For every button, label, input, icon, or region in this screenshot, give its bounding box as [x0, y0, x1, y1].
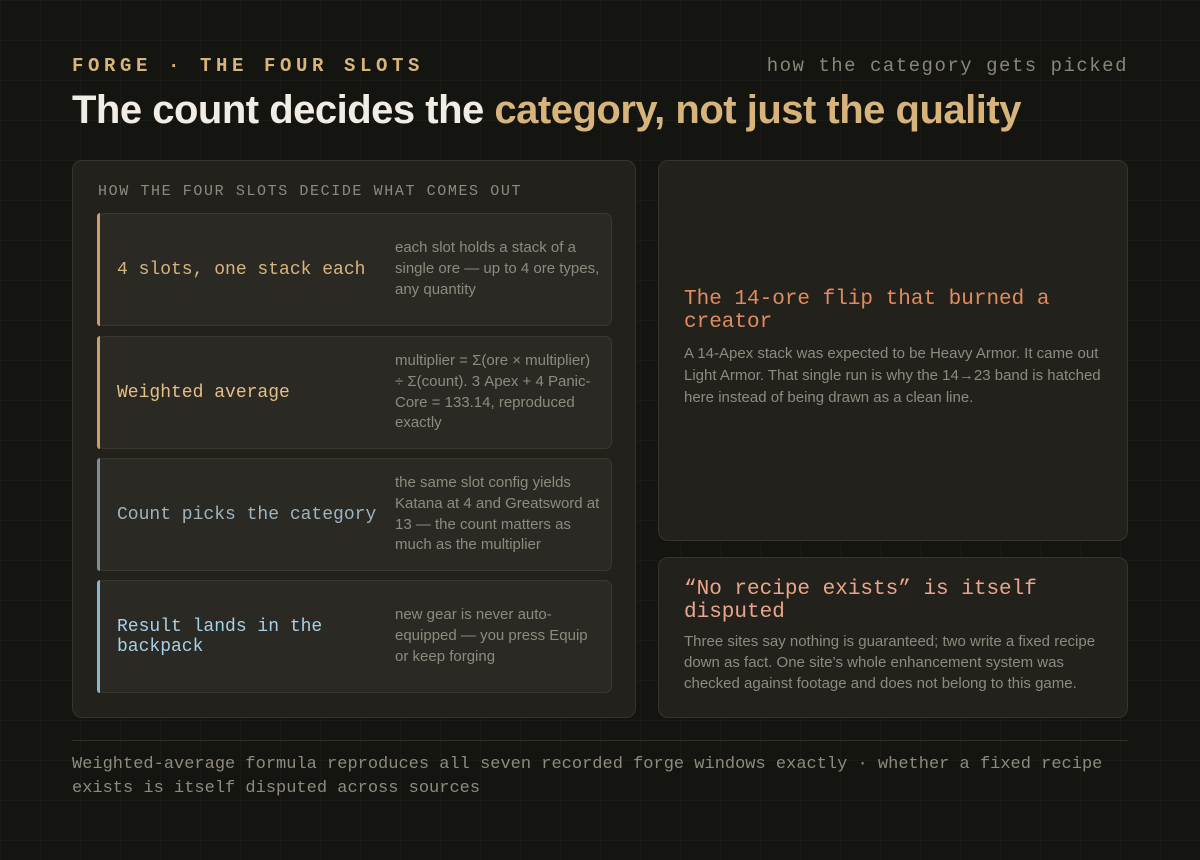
slot-row: Count picks the category the same slot c… — [97, 458, 612, 571]
eyebrow-subtitle: how the category gets picked — [766, 55, 1128, 77]
flip-card: The 14-ore flip that burned a creator A … — [658, 160, 1128, 541]
slot-row: Weighted average multiplier = Σ(ore × mu… — [97, 336, 612, 449]
page-title: The count decides the category, not just… — [72, 88, 1021, 133]
page-title-plain: The count decides the — [72, 88, 495, 132]
slot-row: 4 slots, one stack each each slot holds … — [97, 213, 612, 326]
slot-row-description: each slot holds a stack of a single ore … — [395, 239, 600, 298]
footer-divider — [72, 740, 1128, 741]
slot-row-title: 4 slots, one stack each — [117, 259, 366, 280]
slots-panel: HOW THE FOUR SLOTS DECIDE WHAT COMES OUT… — [72, 160, 636, 718]
recipe-card-body: Three sites say nothing is guaranteed; t… — [684, 633, 1096, 692]
slots-panel-label: HOW THE FOUR SLOTS DECIDE WHAT COMES OUT — [98, 183, 523, 200]
eyebrow: FORGE · THE FOUR SLOTS — [72, 55, 425, 77]
slot-row-title: Count picks the category — [117, 504, 377, 525]
slot-row-title: Result lands in the backpack — [117, 616, 323, 657]
flip-card-body: A 14-Apex stack was expected to be Heavy… — [684, 345, 1101, 406]
recipe-card-title: “No recipe exists” is itself disputed — [684, 578, 1037, 624]
slot-row-description: new gear is never auto-equipped — you pr… — [395, 606, 588, 665]
flip-card-title: The 14-ore flip that burned a creator — [684, 288, 1050, 334]
recipe-card: “No recipe exists” is itself disputed Th… — [658, 557, 1128, 718]
slot-row-title: Weighted average — [117, 382, 290, 403]
slot-row-description: multiplier = Σ(ore × multiplier) ÷ Σ(cou… — [395, 351, 591, 432]
slot-row-description: the same slot config yields Katana at 4 … — [395, 473, 600, 554]
slot-row: Result lands in the backpack new gear is… — [97, 580, 612, 693]
page-title-accent: category, not just the quality — [494, 88, 1021, 132]
footer-note: Weighted-average formula reproduces all … — [72, 755, 1103, 798]
